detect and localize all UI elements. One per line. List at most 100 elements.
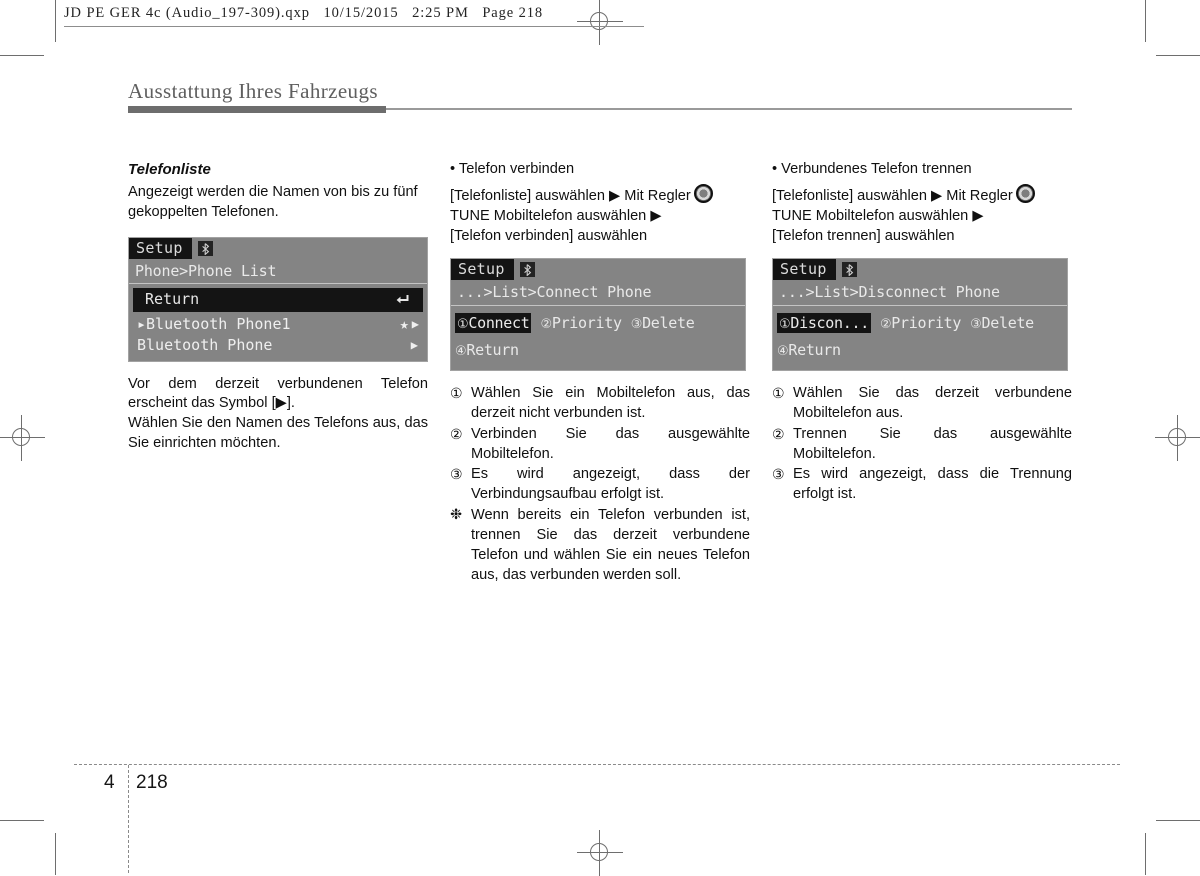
registration-mark-right — [1155, 415, 1200, 461]
asterisk-note-icon: ❉ — [450, 507, 463, 524]
lcd-menu-item-priority-label: Priority — [891, 313, 962, 332]
circled-number-2: ② — [540, 316, 552, 332]
section-heading-telefonliste: Telefonliste — [128, 161, 211, 178]
right-arrow-icon: ▶ — [410, 338, 418, 353]
list-item: ① Wählen Sie ein Mobiltelefon aus, das d… — [450, 384, 750, 424]
lcd-menu-item-disconnect[interactable]: ①Discon... — [777, 312, 871, 334]
list-item-text: Verbinden Sie das ausgewählte Mobiltelef… — [471, 425, 750, 462]
nav-step-line-1: [Telefonliste] auswählen ▶ Mit Regler — [772, 183, 1072, 207]
column-one: Telefonliste Angezeigt werden die Namen … — [128, 160, 428, 454]
proof-header-text: JD PE GER 4c (Audio_197-309).qxp 10/15/2… — [64, 5, 544, 21]
bluetooth-icon — [519, 262, 535, 278]
circled-number-2: ② — [772, 425, 785, 442]
nav-step-line-2: TUNE Mobiltelefon auswählen ▶ — [772, 207, 984, 224]
list-item-text: Wählen Sie das derzeit verbundene Mobilt… — [793, 385, 1072, 421]
registration-mark-top — [577, 0, 623, 45]
circled-number-2: ② — [450, 425, 463, 442]
lcd-menu-item-priority[interactable]: ②Priority — [540, 313, 622, 334]
title-underline-rule — [386, 108, 1072, 110]
circled-number-1: ① — [450, 385, 463, 402]
page-number: 218 — [136, 772, 168, 793]
lcd-screenshot-connect-phone: Setup ...>List>Connect Phone ①Connect ②P… — [450, 258, 746, 372]
navigation-steps-disconnect: [Telefonliste] auswählen ▶ Mit Regler TU… — [772, 183, 1072, 247]
folio-chapter-number: 4 — [104, 772, 115, 793]
circled-number-3: ③ — [970, 316, 982, 332]
tune-knob-icon — [693, 183, 713, 203]
registration-mark-bottom — [577, 830, 623, 876]
title-underline-bar — [128, 106, 386, 113]
lcd-row-return[interactable]: Return — [133, 288, 423, 312]
lcd-row-bluetooth-phone1-label: ▸Bluetooth Phone1 — [137, 314, 291, 333]
lcd-menu-item-delete-label: Delete — [642, 313, 695, 332]
nav-step-line-3: [Telefon trennen] auswählen — [772, 227, 955, 244]
lcd-menu-body: Return ▸Bluetooth Phone1 ★ ▶ Bluetooth P… — [129, 284, 427, 360]
lcd-row-bluetooth-phone[interactable]: Bluetooth Phone ▶ — [133, 335, 423, 355]
lcd-menu-item-delete[interactable]: ③Delete — [970, 313, 1034, 334]
bluetooth-icon — [197, 241, 213, 257]
column-three: • Verbundenes Telefon trennen [Telefonli… — [772, 160, 1072, 506]
list-item-text: Es wird angezeigt, dass der Verbindungsa… — [471, 466, 750, 503]
circled-number-3: ③ — [450, 466, 463, 483]
bluetooth-icon — [841, 262, 857, 278]
lcd-menu-row-primary: ①Discon... ②Priority ③Delete — [777, 312, 1063, 334]
lcd-menu-item-priority-label: Priority — [551, 313, 622, 332]
steps-list-connect: ① Wählen Sie ein Mobiltelefon aus, das d… — [450, 384, 750, 505]
crop-mark-top-right-horizontal — [1156, 55, 1200, 56]
list-item: ③ Es wird angezeigt, dass die Trennung e… — [772, 465, 1072, 505]
crop-mark-top-left-horizontal — [0, 55, 44, 56]
circled-number-3: ③ — [630, 316, 643, 332]
lcd-row-bluetooth-phone-icons: ▶ — [411, 339, 419, 351]
lcd-menu-row-secondary: ④Return — [777, 340, 1063, 361]
circled-number-1: ① — [457, 316, 469, 332]
lcd-menu-row-primary: ①Connect ②Priority ③Delete — [455, 312, 741, 334]
crop-mark-bottom-right-vertical — [1145, 833, 1146, 875]
bullet-heading-connect-phone: • Telefon verbinden — [450, 161, 575, 177]
crop-mark-bottom-left-vertical — [55, 833, 56, 875]
nav-step-line-1: [Telefonliste] auswählen ▶ Mit Regler — [450, 183, 750, 207]
list-item: ① Wählen Sie das derzeit verbundene Mobi… — [772, 384, 1072, 424]
lcd-menu-body: ①Connect ②Priority ③Delete ④Return — [451, 306, 745, 370]
lcd-menu-item-delete[interactable]: ③Delete — [631, 313, 695, 334]
lcd-menu-item-return[interactable]: ④Return — [777, 340, 841, 361]
list-item: ③ Es wird angezeigt, dass der Verbindung… — [450, 465, 750, 505]
circled-number-4: ④ — [777, 344, 789, 360]
nav-step-line-1-text: [Telefonliste] auswählen ▶ Mit Regler — [450, 187, 691, 204]
nav-step-line-2: TUNE Mobiltelefon auswählen ▶ — [450, 207, 662, 224]
nav-step-line-1-text: [Telefonliste] auswählen ▶ Mit Regler — [772, 187, 1013, 204]
lcd-tab-setup: Setup — [773, 259, 836, 281]
lcd-menu-item-return-label: Return — [466, 341, 519, 360]
bullet-heading-disconnect-phone: • Verbundenes Telefon trennen — [772, 161, 972, 177]
lcd-menu-item-priority[interactable]: ②Priority — [879, 313, 962, 334]
right-arrow-icon: ▶ — [411, 317, 419, 332]
crop-mark-bottom-right-horizontal — [1156, 820, 1200, 821]
footer-dashed-divider — [128, 765, 129, 873]
note-connect-phone: ❉ Wenn bereits ein Telefon verbunden ist… — [450, 506, 750, 585]
column-two: • Telefon verbinden [Telefonliste] auswä… — [450, 160, 750, 586]
crop-mark-top-right-vertical — [1145, 0, 1146, 42]
list-item-text: Es wird angezeigt, dass die Trennung erf… — [793, 466, 1072, 503]
paragraph-symbol-explanation: Vor dem derzeit verbundenen Telefon ersc… — [128, 375, 428, 412]
list-item-text: Trennen Sie das ausgewählte Mobiltelefon… — [793, 425, 1072, 462]
lcd-menu-item-return[interactable]: ④Return — [455, 340, 519, 361]
list-item: ② Verbinden Sie das ausgewählte Mobiltel… — [450, 425, 750, 465]
star-icon: ★ — [399, 314, 409, 333]
circled-number-3: ③ — [772, 466, 785, 483]
lcd-breadcrumb-path: ...>List>Disconnect Phone — [773, 280, 1067, 306]
circled-number-1: ① — [772, 385, 785, 402]
lcd-row-bluetooth-phone1[interactable]: ▸Bluetooth Phone1 ★ ▶ — [133, 314, 423, 334]
crop-mark-bottom-left-horizontal — [0, 820, 44, 821]
circled-number-2: ② — [879, 316, 892, 332]
tune-knob-icon — [1015, 183, 1035, 203]
lcd-breadcrumb-path: Phone>Phone List — [129, 259, 427, 285]
lcd-tab-setup: Setup — [451, 259, 514, 281]
section-intro-text: Angezeigt werden die Namen von bis zu fü… — [128, 184, 418, 221]
page-title: Ausstattung Ihres Fahrzeugs — [128, 79, 378, 103]
lcd-menu-item-connect[interactable]: ①Connect — [455, 312, 532, 334]
lcd-title-bar: Setup — [129, 238, 427, 260]
navigation-steps-connect: [Telefonliste] auswählen ▶ Mit Regler TU… — [450, 183, 750, 247]
nav-step-line-3: [Telefon verbinden] auswählen — [450, 227, 648, 244]
lcd-breadcrumb-path: ...>List>Connect Phone — [451, 280, 745, 306]
steps-list-disconnect: ① Wählen Sie das derzeit verbundene Mobi… — [772, 384, 1072, 505]
lcd-row-bluetooth-phone1-icons: ★ ▶ — [399, 314, 419, 333]
note-text: Wenn bereits ein Telefon verbunden ist, … — [471, 507, 750, 583]
